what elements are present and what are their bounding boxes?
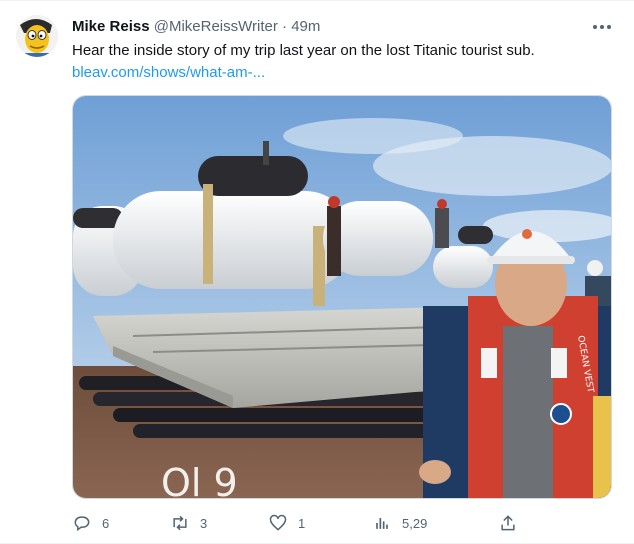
author-handle[interactable]: @MikeReissWriter [154,18,278,35]
image-overlay-text: Ol 9 [161,461,238,499]
retweet-count: 3 [200,515,208,531]
author-display-name[interactable]: Mike Reiss [72,18,150,35]
like-button[interactable]: 1 [268,511,305,535]
separator-dot: · [282,18,288,35]
timestamp[interactable]: 49m [291,18,320,35]
reply-button[interactable]: 6 [72,511,109,535]
heart-icon [268,513,288,533]
views-icon [372,513,392,533]
retweet-icon [170,513,190,533]
reply-icon [72,513,92,533]
views-button[interactable]: 5,29 [372,511,427,535]
avatar[interactable] [16,15,58,57]
share-button[interactable] [498,511,518,535]
tweet[interactable]: Mike Reiss @MikeReissWriter · 49m Hear t… [0,0,634,544]
tweet-text: Hear the inside story of my trip last ye… [72,42,535,59]
reply-count: 6 [102,515,110,531]
views-count: 5,29 [402,515,428,531]
like-count: 1 [298,515,306,531]
retweet-button[interactable]: 3 [170,511,207,535]
tweet-image[interactable]: OCEAN VEST Ol 9 [72,95,612,499]
tweet-header: Mike Reiss @MikeReissWriter · 49m [72,17,320,37]
action-bar: 6 3 1 5,29 [72,511,524,535]
more-horizontal-icon[interactable] [590,17,614,37]
tweet-link[interactable]: bleav.com/shows/what-am-... [72,63,265,83]
share-icon [498,513,518,533]
